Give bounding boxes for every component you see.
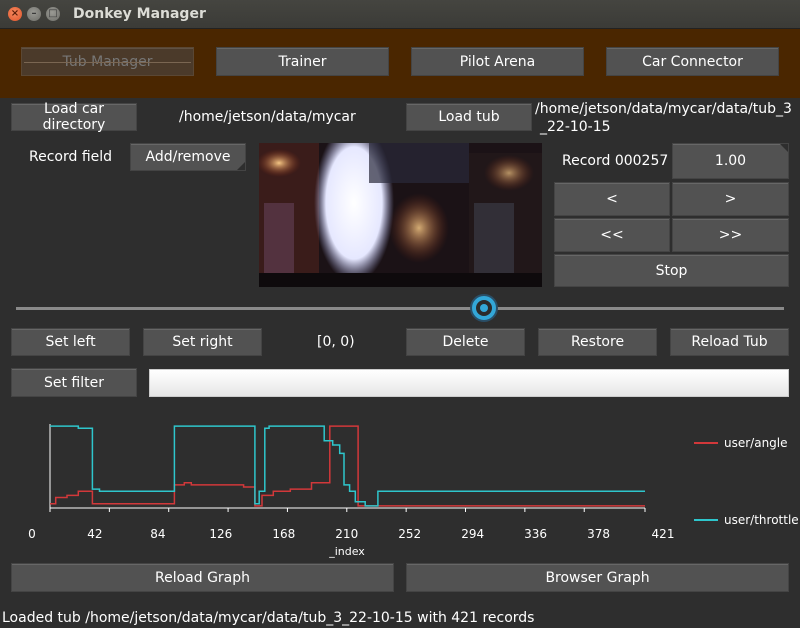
restore-button[interactable]: Restore (538, 328, 657, 356)
legend-entry: user/throttle (724, 513, 799, 527)
next-record-button[interactable]: > (672, 182, 789, 216)
record-index-label: Record 000257 (562, 153, 669, 169)
x-tick-label: 126 (209, 527, 232, 541)
rewind-button[interactable]: << (554, 218, 670, 252)
maximize-icon[interactable]: □ (46, 7, 60, 21)
record-slider-handle[interactable] (470, 294, 499, 322)
status-bar: Loaded tub /home/jetson/data/mycar/data/… (2, 610, 535, 626)
x-tick-label: 84 (150, 527, 165, 541)
window-title: Donkey Manager (73, 6, 206, 22)
nav-bar: Tub Manager Trainer Pilot Arena Car Conn… (0, 29, 800, 98)
tub-path-line-1: /home/jetson/data/mycar/data/tub_3 (535, 101, 792, 117)
camera-frame-graphic (259, 143, 542, 287)
set-right-button[interactable]: Set right (143, 328, 262, 356)
previous-record-button[interactable]: < (554, 182, 670, 216)
tub-graph-svg: 0 42 84 126 168 210 252 294 336 378 421 _index user/… (28, 424, 799, 558)
tub-path: /home/jetson/data/mycar/data/tub_3 _22-1… (535, 100, 792, 136)
load-tub-button[interactable]: Load tub (406, 103, 532, 131)
reload-graph-button[interactable]: Reload Graph (11, 563, 394, 592)
close-icon[interactable]: × (8, 7, 22, 21)
x-axis-label: _index (328, 545, 365, 558)
series-line-user-throttle (50, 425, 645, 507)
tab-car-connector[interactable]: Car Connector (606, 47, 779, 76)
tab-tub-manager[interactable]: Tub Manager (21, 47, 194, 76)
minimize-icon[interactable]: – (27, 7, 41, 21)
car-directory-path: /home/jetson/data/mycar (179, 109, 356, 125)
delete-button[interactable]: Delete (406, 328, 525, 356)
stop-button[interactable]: Stop (554, 254, 789, 287)
camera-image (259, 143, 542, 287)
tub-path-line-2: _22-10-15 (540, 119, 611, 135)
add-remove-field-button[interactable]: Add/remove (130, 143, 246, 171)
speed-spinner[interactable]: 1.00 (672, 143, 789, 179)
fast-forward-button[interactable]: >> (672, 218, 789, 252)
x-tick-label: 378 (587, 527, 610, 541)
tub-graph: 0 42 84 126 168 210 252 294 336 378 421 _index user/… (0, 410, 800, 560)
set-filter-button[interactable]: Set filter (11, 368, 137, 397)
selection-range: [0, 0) (317, 334, 355, 350)
x-tick-label: 168 (272, 527, 295, 541)
set-left-button[interactable]: Set left (11, 328, 130, 356)
filter-input[interactable] (149, 369, 789, 397)
reload-tub-button[interactable]: Reload Tub (670, 328, 789, 356)
x-tick-label: 252 (398, 527, 421, 541)
x-tick-label: 294 (461, 527, 484, 541)
tab-pilot-arena[interactable]: Pilot Arena (411, 47, 584, 76)
x-tick-label: 421 (652, 527, 675, 541)
title-bar: × – □ Donkey Manager (0, 0, 800, 29)
load-car-directory-button[interactable]: Load car directory (11, 101, 137, 133)
browser-graph-button[interactable]: Browser Graph (406, 563, 789, 592)
record-field-label: Record field (29, 149, 113, 165)
x-tick-label: 42 (87, 527, 102, 541)
tab-trainer[interactable]: Trainer (216, 47, 389, 76)
legend-entry: user/angle (724, 436, 788, 450)
x-tick-label: 210 (335, 527, 358, 541)
record-slider-track[interactable] (16, 307, 784, 310)
x-tick-label: 0 (28, 527, 36, 541)
series-line-user-angle (50, 425, 645, 507)
x-tick-label: 336 (524, 527, 547, 541)
